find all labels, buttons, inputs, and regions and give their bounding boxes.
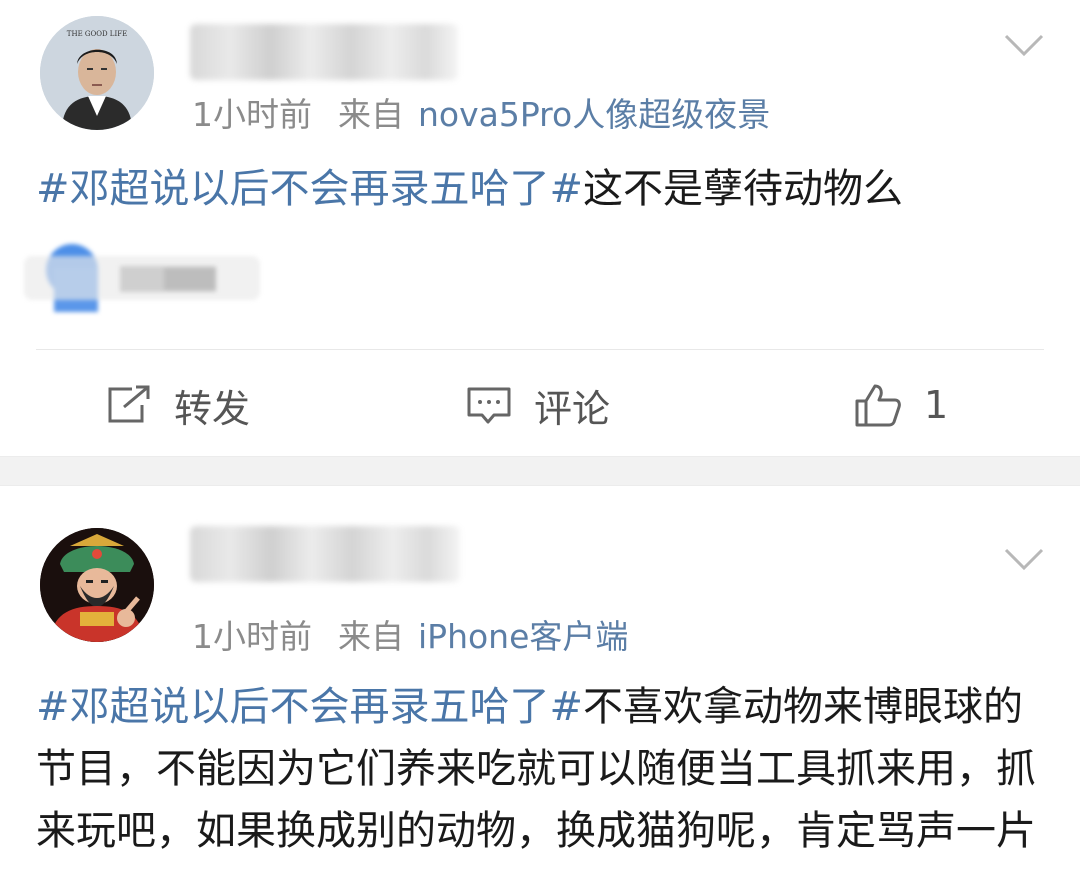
post-body: 这不是孽待动物么 [583, 166, 904, 212]
post-time: 1小时前 [192, 617, 312, 656]
user-avatar[interactable]: THE GOOD LIFE [40, 16, 154, 130]
source-prefix: 来自 [338, 95, 404, 134]
repost-button[interactable]: 转发 [106, 380, 251, 431]
avatar-caishen-image [40, 528, 154, 642]
post-text: #邓超说以后不会再录五哈了#不喜欢拿动物来博眼球的节目，不能因为它们养来吃就可以… [36, 676, 1046, 862]
like-button[interactable]: 1 [854, 380, 948, 430]
username-blurred[interactable] [190, 526, 460, 582]
comment-label: 评论 [534, 386, 611, 431]
topic-link[interactable]: #邓超说以后不会再录五哈了# [36, 166, 583, 212]
username-blurred[interactable] [190, 24, 458, 80]
chevron-down-icon[interactable] [1002, 544, 1046, 574]
feed-post: 1小时前 来自 iPhone客户端 #邓超说以后不会再录五哈了#不喜欢拿动物来博眼球… [0, 486, 1080, 888]
post-text: #邓超说以后不会再录五哈了#这不是孽待动物么 [36, 158, 1046, 220]
post-meta: 1小时前 来自 nova5Pro人像超级夜景 [192, 88, 770, 136]
feed-post: THE GOOD LIFE 1小时前 来自 nova5Pro人像超级夜景 #邓超说以… [0, 0, 1080, 456]
divider [36, 349, 1044, 350]
like-icon [855, 384, 901, 427]
comment-icon [467, 387, 511, 424]
avatar-caption: THE GOOD LIFE [67, 30, 127, 38]
source-prefix: 来自 [338, 617, 404, 656]
user-avatar[interactable] [40, 528, 154, 642]
like-count: 1 [924, 383, 949, 427]
blurred-attachment[interactable] [24, 240, 260, 312]
feed-separator [0, 456, 1080, 486]
post-source[interactable]: nova5Pro人像超级夜景 [418, 95, 770, 134]
topic-link[interactable]: #邓超说以后不会再录五哈了# [36, 684, 583, 730]
post-meta: 1小时前 来自 iPhone客户端 [192, 610, 628, 658]
chevron-down-icon[interactable] [1002, 30, 1046, 60]
post-time: 1小时前 [192, 95, 312, 134]
avatar-portrait-image: THE GOOD LIFE [40, 16, 154, 130]
repost-icon [108, 385, 150, 423]
comment-button[interactable]: 评论 [466, 380, 611, 431]
post-source[interactable]: iPhone客户端 [418, 617, 628, 656]
repost-label: 转发 [174, 386, 251, 431]
